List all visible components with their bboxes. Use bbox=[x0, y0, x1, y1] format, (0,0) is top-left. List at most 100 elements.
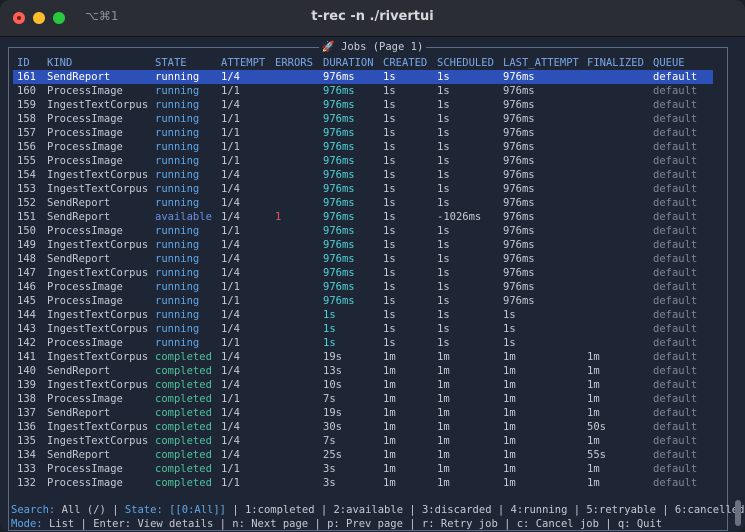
col-id: 144 bbox=[17, 309, 36, 321]
table-row[interactable]: 149 IngestTextCorpus running 1/4 976ms 1s 1s 97… bbox=[13, 238, 713, 252]
col-created: 1s bbox=[383, 281, 396, 293]
col-state: running bbox=[155, 169, 200, 181]
table-row[interactable]: 147 IngestTextCorpus running 1/4 976ms 1s 1s 97… bbox=[13, 266, 713, 280]
table-row[interactable]: 133 ProcessImage completed 1/1 3s 1m 1m 1m 1m def… bbox=[13, 462, 713, 476]
col-last-attempt: 1m bbox=[503, 477, 516, 489]
window-title: t-rec -n ./rivertui bbox=[311, 9, 434, 24]
table-row-selected[interactable]: 161 SendReport running 1/4 976ms 1s 1s 976ms def… bbox=[13, 70, 713, 84]
col-attempt: 1/1 bbox=[221, 225, 240, 237]
separator: | bbox=[112, 504, 119, 516]
table-row[interactable]: 156 ProcessImage running 1/1 976ms 1s 1s 976ms d… bbox=[13, 140, 713, 154]
col-kind: IngestTextCorpus bbox=[47, 309, 149, 321]
col-scheduled: 1m bbox=[437, 365, 450, 377]
col-attempt: 1/1 bbox=[221, 295, 240, 307]
table-row[interactable]: 132 ProcessImage completed 1/1 3s 1m 1m 1m 1m def… bbox=[13, 476, 713, 490]
col-id: 148 bbox=[17, 253, 36, 265]
col-duration: 976ms bbox=[323, 253, 355, 265]
scrollbar[interactable] bbox=[735, 500, 741, 526]
table-row[interactable]: 154 IngestTextCorpus running 1/4 976ms 1s 1s 97… bbox=[13, 168, 713, 182]
terminal-content[interactable]: 🚀 Jobs (Page 1) ID KIND STATE ATTEMPT ERRORS… bbox=[0, 37, 745, 532]
table-row[interactable]: 146 ProcessImage running 1/1 976ms 1s 1s 976ms d… bbox=[13, 280, 713, 294]
col-created: 1s bbox=[383, 169, 396, 181]
table-row[interactable]: 134 SendReport completed 1/4 25s 1m 1m 1m 55s def… bbox=[13, 448, 713, 462]
col-id: 133 bbox=[17, 463, 36, 475]
table-row[interactable]: 155 ProcessImage running 1/1 976ms 1s 1s 976ms d… bbox=[13, 154, 713, 168]
col-state: completed bbox=[155, 379, 212, 391]
table-row[interactable]: 139 IngestTextCorpus completed 1/4 10s 1m 1m 1m… bbox=[13, 378, 713, 392]
col-duration: 976ms bbox=[323, 225, 355, 237]
header-queue: QUEUE bbox=[653, 57, 685, 69]
table-row[interactable]: 137 SendReport completed 1/4 19s 1m 1m 1m 1m defa… bbox=[13, 406, 713, 420]
col-state: completed bbox=[155, 393, 212, 405]
col-id: 152 bbox=[17, 197, 36, 209]
table-row[interactable]: 148 SendReport running 1/4 976ms 1s 1s 976ms def… bbox=[13, 252, 713, 266]
col-queue: default bbox=[653, 169, 698, 181]
table-row[interactable]: 157 ProcessImage running 1/1 976ms 1s 1s 976ms d… bbox=[13, 126, 713, 140]
col-queue: default bbox=[653, 71, 698, 83]
table-row[interactable]: 159 IngestTextCorpus running 1/4 976ms 1s 1s 97… bbox=[13, 98, 713, 112]
col-attempt: 1/4 bbox=[221, 309, 240, 321]
table-row[interactable]: 135 IngestTextCorpus completed 1/4 7s 1m 1m 1m 1… bbox=[13, 434, 713, 448]
col-queue: default bbox=[653, 477, 698, 489]
col-attempt: 1/4 bbox=[221, 99, 240, 111]
col-scheduled: 1s bbox=[437, 99, 450, 111]
col-attempt: 1/4 bbox=[221, 211, 240, 223]
col-created: 1m bbox=[383, 351, 396, 363]
header-scheduled: SCHEDULED bbox=[437, 57, 494, 69]
col-queue: default bbox=[653, 197, 698, 209]
header-attempt: ATTEMPT bbox=[221, 57, 266, 69]
col-duration: 25s bbox=[323, 449, 342, 461]
col-scheduled: 1m bbox=[437, 435, 450, 447]
col-id: 160 bbox=[17, 85, 36, 97]
col-kind: SendReport bbox=[47, 449, 111, 461]
header-state: STATE bbox=[155, 57, 187, 69]
col-kind: ProcessImage bbox=[47, 155, 123, 167]
col-last-attempt: 976ms bbox=[503, 211, 535, 223]
col-queue: default bbox=[653, 309, 698, 321]
col-kind: SendReport bbox=[47, 71, 111, 83]
col-duration: 976ms bbox=[323, 267, 355, 279]
col-scheduled: 1s bbox=[437, 239, 450, 251]
table-row[interactable]: 158 ProcessImage running 1/1 976ms 1s 1s 976ms d… bbox=[13, 112, 713, 126]
table-row[interactable]: 144 IngestTextCorpus running 1/4 1s 1s 1s 1s def… bbox=[13, 308, 713, 322]
col-attempt: 1/1 bbox=[221, 393, 240, 405]
col-finalized: 1m bbox=[587, 435, 600, 447]
col-finalized: 1m bbox=[587, 365, 600, 377]
col-queue: default bbox=[653, 281, 698, 293]
col-kind: ProcessImage bbox=[47, 225, 123, 237]
col-last-attempt: 976ms bbox=[503, 239, 535, 251]
col-id: 159 bbox=[17, 99, 36, 111]
col-id: 139 bbox=[17, 379, 36, 391]
col-kind: ProcessImage bbox=[47, 393, 123, 405]
table-row[interactable]: 145 ProcessImage running 1/1 976ms 1s 1s 976ms d… bbox=[13, 294, 713, 308]
table-row[interactable]: 153 IngestTextCorpus running 1/4 976ms 1s 1s 97… bbox=[13, 182, 713, 196]
table-row[interactable]: 143 IngestTextCorpus running 1/4 1s 1s 1s 1s def… bbox=[13, 322, 713, 336]
col-duration: 19s bbox=[323, 407, 342, 419]
col-attempt: 1/4 bbox=[221, 421, 240, 433]
col-queue: default bbox=[653, 99, 698, 111]
col-id: 141 bbox=[17, 351, 36, 363]
col-scheduled: -1026ms bbox=[437, 211, 482, 223]
col-queue: default bbox=[653, 463, 698, 475]
col-scheduled: 1s bbox=[437, 127, 450, 139]
table-row[interactable]: 138 ProcessImage completed 1/1 7s 1m 1m 1m 1m def… bbox=[13, 392, 713, 406]
table-row[interactable]: 160 ProcessImage running 1/1 976ms 1s 1s 976ms d… bbox=[13, 84, 713, 98]
col-queue: default bbox=[653, 239, 698, 251]
table-row[interactable]: 136 IngestTextCorpus completed 1/4 30s 1m 1m 1m… bbox=[13, 420, 713, 434]
col-attempt: 1/4 bbox=[221, 449, 240, 461]
state-filter-options[interactable]: | 1:completed | 2:available | 3:discarde… bbox=[232, 504, 744, 516]
state-filter-active[interactable]: [[0:All]] bbox=[169, 504, 226, 516]
table-row[interactable]: 140 SendReport completed 1/4 13s 1m 1m 1m 1m defa… bbox=[13, 364, 713, 378]
table-row[interactable]: 141 IngestTextCorpus completed 1/4 19s 1m 1m 1m… bbox=[13, 350, 713, 364]
table-row[interactable]: 150 ProcessImage running 1/1 976ms 1s 1s 976ms d… bbox=[13, 224, 713, 238]
table-row[interactable]: 152 SendReport running 1/4 976ms 1s 1s 976ms def… bbox=[13, 196, 713, 210]
table-row[interactable]: 151 SendReport available 1/4 1 976ms 1s -1026ms… bbox=[13, 210, 713, 224]
col-scheduled: 1s bbox=[437, 295, 450, 307]
col-attempt: 1/1 bbox=[221, 281, 240, 293]
col-created: 1m bbox=[383, 477, 396, 489]
col-finalized: 55s bbox=[587, 449, 606, 461]
table-row[interactable]: 142 ProcessImage running 1/1 1s 1s 1s 1s default bbox=[13, 336, 713, 350]
col-scheduled: 1s bbox=[437, 197, 450, 209]
col-duration: 976ms bbox=[323, 239, 355, 251]
search-value[interactable]: All (/) bbox=[62, 504, 106, 516]
